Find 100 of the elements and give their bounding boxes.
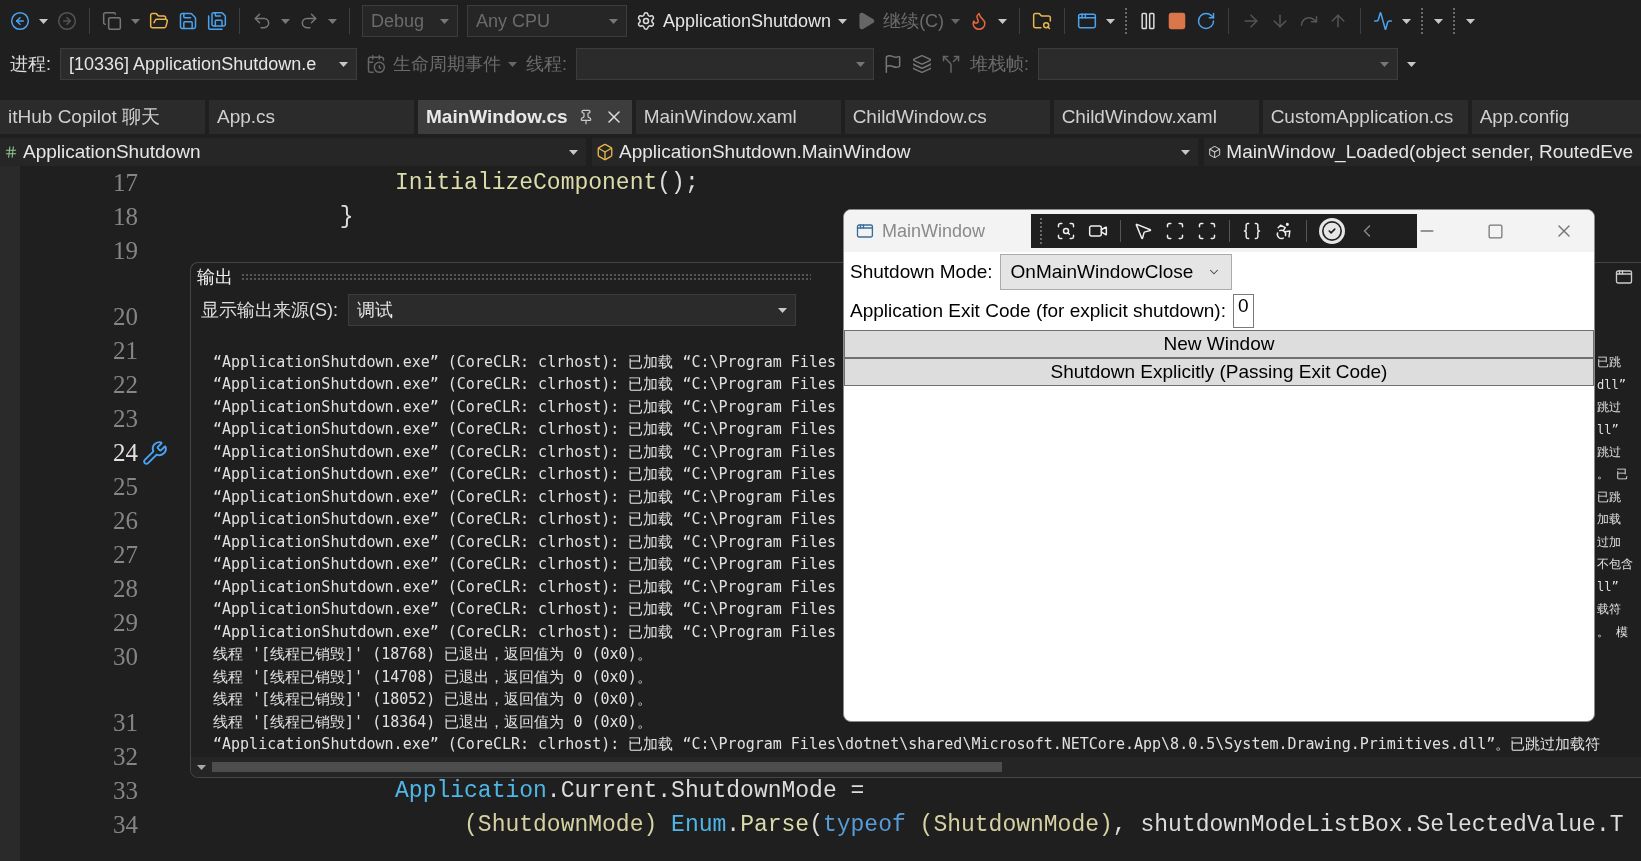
settings-icon[interactable] <box>636 11 656 31</box>
caret-icon[interactable] <box>1434 18 1444 24</box>
back-icon[interactable] <box>10 11 30 31</box>
redo-icon[interactable] <box>299 11 319 31</box>
frame-icon[interactable] <box>1165 221 1186 241</box>
maximize-icon[interactable] <box>1615 268 1633 286</box>
output-line: “ApplicationShutdown.exe” (CoreCLR: clrhost): 已加载 “C:\Program Files <box>213 622 836 642</box>
output-line: “ApplicationShutdown.exe” (CoreCLR: clrhost): 已加载 “C:\Program Files <box>213 465 836 485</box>
document-tab[interactable]: App.config <box>1471 100 1641 134</box>
output-line: 线程 '[线程已销毁]' (18768) 已退出，返回值为 0 (0x0)。 <box>213 645 652 665</box>
document-tab[interactable]: ChildWindow.cs <box>844 100 1050 134</box>
line-number: 26 <box>112 507 138 535</box>
open-folder-icon[interactable] <box>149 11 169 31</box>
output-line: ll” <box>1597 422 1620 437</box>
field-label: Application Exit Code (for explicit shutdown): <box>850 300 1226 322</box>
output-line: dll” <box>1597 377 1627 392</box>
split-icon[interactable] <box>941 54 962 74</box>
braces-icon[interactable] <box>1242 221 1263 241</box>
output-line: ll” <box>1597 580 1620 595</box>
document-tab[interactable]: CustomApplication.cs <box>1262 100 1468 134</box>
source-label: 显示输出来源(S): <box>201 299 338 322</box>
output-line: “ApplicationShutdown.exe” (CoreCLR: clrhost): 已加载 “C:\Program Files <box>213 352 836 372</box>
caret-icon[interactable] <box>1106 18 1116 24</box>
line-number: 29 <box>112 609 138 637</box>
project-dropdown[interactable]: ApplicationShutdown <box>0 138 586 166</box>
restart-icon[interactable] <box>1196 11 1217 31</box>
output-line: “ApplicationShutdown.exe” (CoreCLR: clrhost): 已加载 “C:\Program Files <box>213 420 836 440</box>
caret-icon[interactable] <box>339 61 348 67</box>
method-icon[interactable] <box>1208 143 1222 161</box>
caret-icon[interactable] <box>838 18 848 24</box>
output-line: 。 模 <box>1597 623 1630 641</box>
shutdown-mode-combobox[interactable]: OnMainWindowClose <box>999 254 1233 290</box>
code-line: (ShutdownMode) Enum.Parse(typeof (ShutdownMode), shutdownModeListBox.SelectedValue.T <box>463 812 1624 838</box>
startup-project-button[interactable]: ApplicationShutdown <box>636 10 848 32</box>
hash-icon[interactable] <box>4 145 18 159</box>
document-tab[interactable]: App.cs <box>209 100 414 134</box>
line-number: 19 <box>112 237 138 265</box>
wrench-icon[interactable] <box>142 440 168 466</box>
document-tab[interactable]: MainWindow.cs <box>418 100 632 134</box>
caret-icon[interactable] <box>998 18 1008 24</box>
output-line: 加载 <box>1597 511 1622 529</box>
pointer-icon[interactable] <box>1133 221 1154 241</box>
save-icon[interactable] <box>178 11 198 31</box>
app-icon <box>856 222 874 240</box>
source-dropdown[interactable]: 调试 <box>348 294 796 326</box>
output-line: “ApplicationShutdown.exe” (CoreCLR: clrhost): 已加载 “C:\Program Files\dotnet\shared\Microsoft.NETCore.App\8.0.5\System.Drawing.Primitives.dll”。已跳过加载符 <box>213 735 1601 755</box>
caret-icon[interactable] <box>1181 149 1190 155</box>
window-title: MainWindow <box>881 220 986 242</box>
output-line: 已跳 <box>1597 488 1622 506</box>
window-icon[interactable] <box>1077 11 1098 31</box>
line-number: 23 <box>112 405 138 433</box>
scrollbar-thumb[interactable] <box>212 762 1002 772</box>
line-number: 21 <box>112 337 138 365</box>
undo-icon[interactable] <box>252 11 272 31</box>
line-number: 25 <box>112 473 138 501</box>
document-tab[interactable]: MainWindow.xaml <box>635 100 841 134</box>
exit-code-input[interactable]: 0 <box>1232 294 1254 328</box>
line-number: 28 <box>112 575 138 603</box>
panel-title: 输出 <box>197 266 233 289</box>
output-line: “ApplicationShutdown.exe” (CoreCLR: clrhost): 已加载 “C:\Program Files <box>213 375 836 395</box>
line-number: 32 <box>112 743 138 771</box>
stack-frame-label: 堆栈帧: <box>970 53 1030 76</box>
line-number: 33 <box>112 777 138 805</box>
output-line: 过加 <box>1597 533 1622 551</box>
code-line: InitializeComponent(); <box>394 170 699 196</box>
caret-icon[interactable] <box>1407 61 1417 67</box>
grip-handle[interactable] <box>241 273 811 281</box>
caret-icon[interactable] <box>778 307 787 313</box>
output-line: “ApplicationShutdown.exe” (CoreCLR: clrhost): 已加载 “C:\Program Files <box>213 487 836 507</box>
stop-icon[interactable] <box>1167 11 1188 31</box>
caret-icon[interactable] <box>1402 18 1412 24</box>
folder-search-icon[interactable] <box>1032 11 1053 31</box>
document-tab[interactable]: itHub Copilot 聊天 <box>0 100 205 134</box>
document-tab[interactable]: ChildWindow.xaml <box>1053 100 1259 134</box>
output-line: “ApplicationShutdown.exe” (CoreCLR: clrhost): 已加载 “C:\Program Files <box>213 555 836 575</box>
window-button[interactable]: Shutdown Explicitly (Passing Exit Code) <box>844 358 1594 386</box>
horizontal-scrollbar[interactable] <box>191 757 1641 777</box>
caret-icon[interactable] <box>569 149 578 155</box>
thread-label: 线程: <box>526 53 568 76</box>
class-icon[interactable] <box>596 143 614 161</box>
output-line: “ApplicationShutdown.exe” (CoreCLR: clrhost): 已加载 “C:\Program Files <box>213 442 836 462</box>
window-button[interactable]: New Window <box>844 330 1594 358</box>
output-line: “ApplicationShutdown.exe” (CoreCLR: clrhost): 已加载 “C:\Program Files <box>213 397 836 417</box>
type-dropdown[interactable]: ApplicationShutdown.MainWindow <box>592 138 1198 166</box>
line-number: 20 <box>112 303 138 331</box>
output-line: 线程 '[线程已销毁]' (18364) 已退出，返回值为 0 (0x0)。 <box>213 712 652 732</box>
output-line: 不包含 <box>1597 556 1634 574</box>
new-item-icon[interactable] <box>102 11 122 31</box>
output-line: “ApplicationShutdown.exe” (CoreCLR: clrhost): 已加载 “C:\Program Files <box>213 532 836 552</box>
activity-icon[interactable] <box>1373 11 1394 31</box>
line-number: 18 <box>112 203 138 231</box>
member-dropdown[interactable]: MainWindow_Loaded(object sender, RoutedEve <box>1204 138 1641 166</box>
output-line: 线程 '[线程已销毁]' (14708) 已退出，返回值为 0 (0x0)。 <box>213 667 652 687</box>
caret-icon[interactable] <box>1466 18 1476 24</box>
process-dropdown[interactable]: [10336] ApplicationShutdown.e <box>60 48 357 80</box>
caret-icon[interactable] <box>39 18 48 24</box>
select-target-icon[interactable] <box>1056 221 1077 241</box>
layers-icon[interactable] <box>912 54 933 74</box>
save-all-icon[interactable] <box>207 11 227 31</box>
caret-icon[interactable] <box>197 764 206 770</box>
